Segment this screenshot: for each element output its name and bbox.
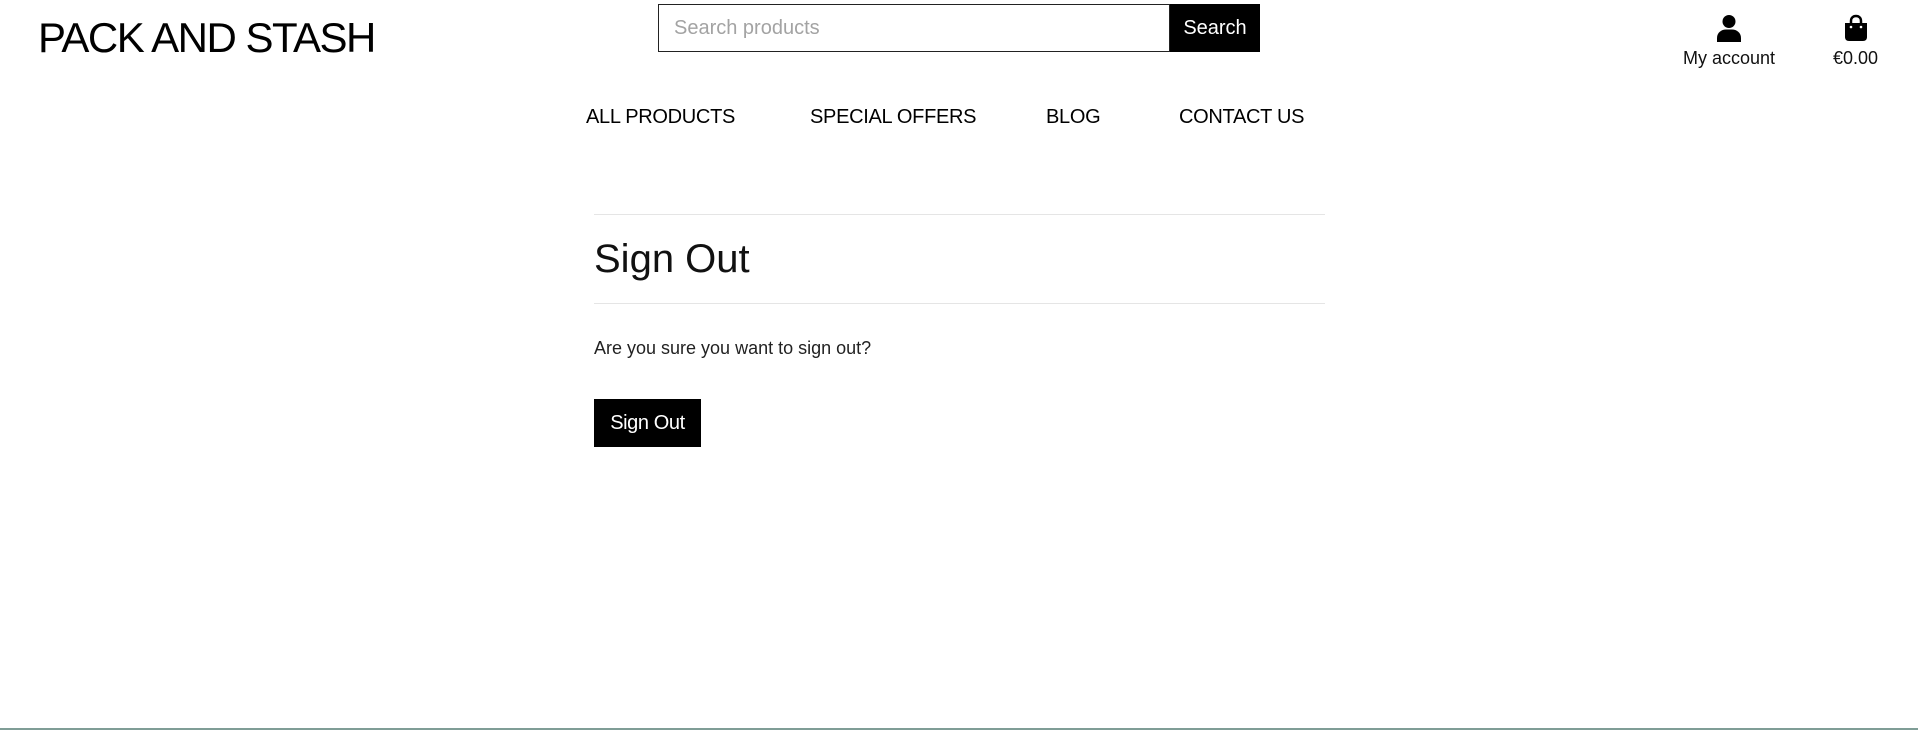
sign-out-button[interactable]: Sign Out bbox=[594, 399, 701, 447]
user-icon bbox=[1717, 15, 1742, 42]
nav-blog[interactable]: BLOG bbox=[1046, 106, 1101, 129]
my-account-label: My account bbox=[1683, 48, 1776, 68]
signout-section: Sign Out Are you sure you want to sign o… bbox=[594, 214, 1325, 447]
nav-contact-us[interactable]: CONTACT US bbox=[1179, 106, 1304, 129]
nav-special-offers[interactable]: SPECIAL OFFERS bbox=[810, 106, 977, 129]
title-bottom-divider bbox=[594, 303, 1325, 304]
search-button[interactable]: Search bbox=[1170, 4, 1260, 52]
my-account-link[interactable]: My account bbox=[1683, 14, 1775, 69]
search-input[interactable] bbox=[658, 4, 1170, 52]
signout-confirmation-text: Are you sure you want to sign out? bbox=[594, 338, 872, 358]
site-logo[interactable]: PACK AND STASH bbox=[38, 14, 376, 62]
page-title: Sign Out bbox=[594, 237, 750, 281]
shopping-bag-icon bbox=[1844, 14, 1867, 41]
search-form: Search bbox=[658, 4, 1260, 52]
cart-total: €0.00 bbox=[1833, 48, 1879, 68]
nav-all-products[interactable]: ALL PRODUCTS bbox=[586, 106, 735, 129]
cart-link[interactable]: €0.00 bbox=[1833, 14, 1878, 69]
